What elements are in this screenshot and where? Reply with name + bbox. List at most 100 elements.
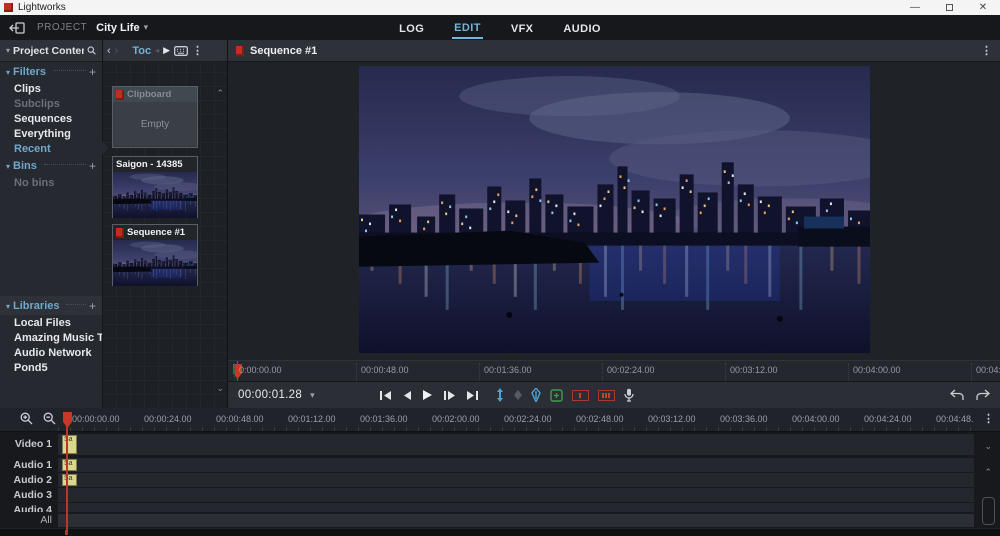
track-lane[interactable]: [58, 503, 974, 512]
timeline-menu-icon[interactable]: ⋮: [983, 412, 994, 425]
library-item-pond5[interactable]: Pond5: [14, 360, 102, 375]
video-frame[interactable]: [359, 66, 870, 353]
search-icon[interactable]: [87, 45, 96, 56]
track-label[interactable]: All: [0, 514, 52, 526]
track-label[interactable]: Audio 2: [0, 474, 52, 486]
track-lane[interactable]: Sa: [58, 473, 974, 487]
bin-prev-icon[interactable]: ◂: [155, 46, 159, 55]
library-item-audio-network[interactable]: Audio Network: [14, 345, 102, 360]
filter-item-sequences[interactable]: Sequences: [14, 111, 102, 126]
cue-marker-icon[interactable]: [514, 390, 522, 400]
panel-notch: [102, 141, 109, 155]
timeline-tick: 00:00:00.00: [72, 414, 120, 424]
project-contents-header[interactable]: ▾ Project Contents: [0, 40, 102, 62]
track-label[interactable]: Audio 1: [0, 459, 52, 471]
go-to-end-button[interactable]: [466, 390, 479, 401]
voiceover-mic-icon[interactable]: [624, 388, 634, 402]
play-button[interactable]: [422, 389, 433, 401]
timeline-scrollbar: ⌄ ⌃ ⌄: [974, 433, 1000, 528]
track-label[interactable]: Audio 4: [0, 504, 52, 512]
filters-collapse-icon[interactable]: ▾: [6, 68, 10, 77]
bins-title: Bins: [13, 160, 37, 172]
window-titlebar: Lightworks — ✕: [0, 0, 1000, 15]
tab-vfx[interactable]: VFX: [509, 18, 536, 38]
bin-play-icon[interactable]: ▶: [163, 45, 170, 56]
scroll-up-icon[interactable]: ⌃: [984, 467, 992, 478]
scrollbar-thumb[interactable]: [982, 497, 995, 525]
undo-icon[interactable]: [950, 389, 964, 401]
step-forward-button[interactable]: [443, 390, 456, 401]
timeline-tick: 00:04:48.: [936, 414, 974, 424]
all-track-lane[interactable]: [58, 514, 974, 527]
timeline-tick: 00:01:12.00: [288, 414, 336, 424]
bin-panel: ‹ › Toc ◂ ▶ ⋮ Clipboard Empty Saigon - 1…: [103, 40, 228, 408]
bin-nav-title[interactable]: Toc: [132, 45, 151, 57]
tile-view-icon[interactable]: [174, 46, 188, 56]
timecode-caret-icon[interactable]: ▾: [310, 390, 315, 401]
clipboard-icon: [116, 90, 124, 100]
collapse-tracks-icon[interactable]: ⌄: [984, 441, 992, 452]
audio-clip[interactable]: Sa: [62, 474, 77, 486]
track-lane[interactable]: Sa: [58, 434, 974, 455]
track-label[interactable]: Video 1: [0, 438, 52, 450]
transport-bar: 00:00:01.28 ▾: [228, 382, 1000, 408]
filter-item-clips[interactable]: Clips: [14, 81, 102, 96]
track-label[interactable]: Audio 3: [0, 489, 52, 501]
track-lane[interactable]: [58, 488, 974, 502]
bin-scroll-up-icon[interactable]: ⌃: [216, 88, 224, 99]
sequence-tile-title: Sequence #1: [127, 227, 185, 238]
tab-log[interactable]: LOG: [397, 18, 426, 38]
filter-item-subclips[interactable]: Subclips: [14, 96, 102, 111]
bin-back-icon[interactable]: ‹: [107, 45, 111, 57]
filter-item-recent[interactable]: Recent: [14, 141, 102, 156]
timeline-playhead-line[interactable]: [66, 416, 68, 534]
close-button[interactable]: ✕: [966, 0, 1000, 15]
bins-collapse-icon[interactable]: ▾: [6, 162, 10, 171]
filter-item-everything[interactable]: Everything: [14, 126, 102, 141]
track-video-1: Video 1 Sa: [0, 434, 1000, 455]
clip-tile-saigon[interactable]: Saigon - 14385: [112, 156, 198, 218]
track-lane[interactable]: Sa: [58, 458, 974, 472]
zoom-out-icon[interactable]: [43, 412, 56, 425]
bin-scroll-down-icon[interactable]: ⌄: [216, 383, 224, 394]
add-filter-icon[interactable]: +: [89, 65, 96, 79]
replace-section-icon[interactable]: [598, 390, 615, 401]
mark-in-icon[interactable]: [495, 388, 505, 402]
sequence-icon: [116, 228, 124, 238]
clipboard-tile[interactable]: Clipboard Empty: [112, 86, 198, 148]
add-marker-icon[interactable]: [550, 389, 563, 402]
mark-out-icon[interactable]: [531, 388, 541, 402]
timeline-ruler[interactable]: 00:00:00.00 00:00:24.00 00:00:48.00 00:0…: [0, 408, 1000, 432]
remove-section-icon[interactable]: [572, 390, 589, 401]
go-to-start-button[interactable]: [379, 390, 392, 401]
current-timecode[interactable]: 00:00:01.28: [238, 389, 302, 401]
maximize-icon: [946, 4, 953, 11]
library-item-amazing-music[interactable]: Amazing Music Track: [14, 330, 102, 345]
add-bin-icon[interactable]: +: [89, 159, 96, 173]
library-item-local-files[interactable]: Local Files: [14, 315, 102, 330]
libraries-collapse-icon[interactable]: ▾: [6, 302, 10, 311]
step-back-button[interactable]: [402, 390, 412, 401]
redo-icon[interactable]: [976, 389, 990, 401]
bin-menu-icon[interactable]: ⋮: [192, 44, 203, 57]
filters-section-header[interactable]: ▾ Filters +: [0, 62, 102, 81]
audio-clip[interactable]: Sa: [62, 459, 77, 471]
viewer-stage: [228, 62, 1000, 360]
bin-forward-icon[interactable]: ›: [115, 45, 119, 57]
sequence-tile[interactable]: Sequence #1: [112, 224, 198, 286]
bins-section-header[interactable]: ▾ Bins +: [0, 156, 102, 175]
tab-edit[interactable]: EDIT: [452, 17, 483, 39]
project-contents-panel: ▾ Project Contents ▾ Filters + Clips Sub…: [0, 40, 103, 408]
maximize-button[interactable]: [932, 0, 966, 15]
video-clip[interactable]: Sa: [62, 435, 77, 454]
zoom-in-icon[interactable]: [20, 412, 33, 425]
minimize-button[interactable]: —: [898, 0, 932, 15]
add-library-icon[interactable]: +: [89, 299, 96, 313]
viewer-menu-icon[interactable]: ⋮: [981, 44, 992, 57]
track-audio-4: Audio 4: [0, 503, 1000, 512]
collapse-icon[interactable]: ▾: [6, 46, 10, 55]
viewer-ruler[interactable]: 0:00:00.00 00:00:48.00 00:01:36.00 00:02…: [228, 360, 1000, 382]
libraries-section-header[interactable]: ▾ Libraries +: [0, 296, 102, 315]
ruler-tick: 00:04:00.00: [853, 365, 901, 375]
tab-audio[interactable]: AUDIO: [561, 18, 602, 38]
